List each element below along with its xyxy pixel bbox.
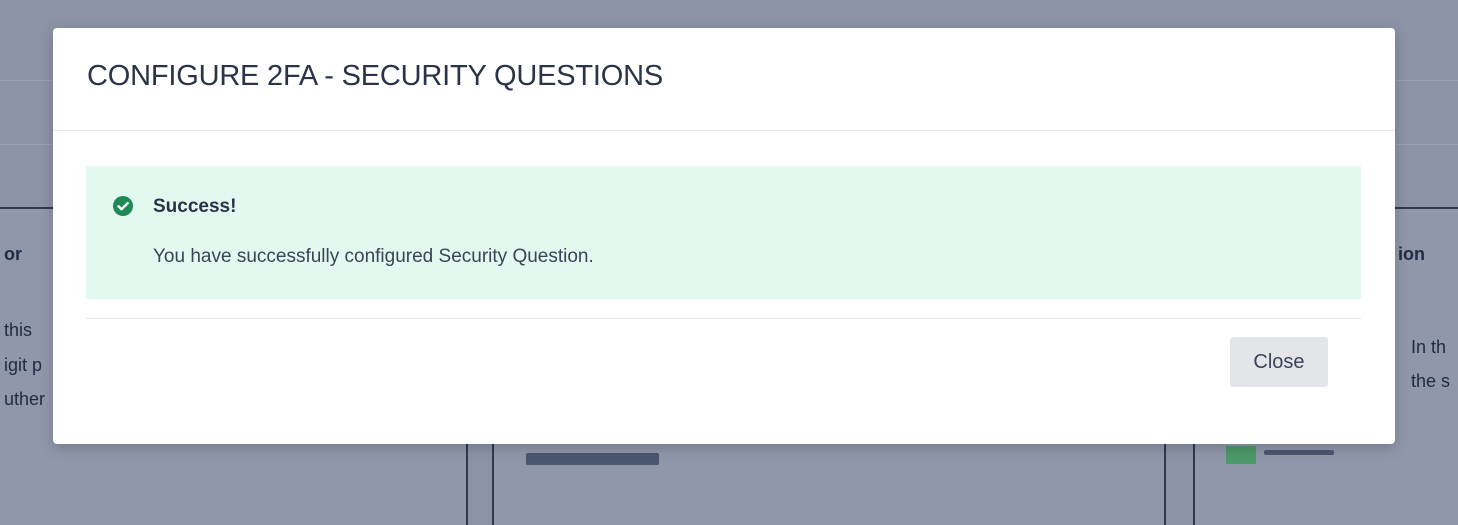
modal-title: CONFIGURE 2FA - SECURITY QUESTIONS — [87, 60, 663, 92]
background-illustration-block — [1226, 446, 1256, 464]
background-left-card-text-2: igit p — [4, 355, 43, 375]
modal-header: CONFIGURE 2FA - SECURITY QUESTIONS — [53, 28, 1395, 131]
configure-2fa-modal: CONFIGURE 2FA - SECURITY QUESTIONS Succe… — [53, 28, 1395, 444]
background-illustration-line — [1264, 450, 1334, 455]
success-alert-message: You have successfully configured Securit… — [153, 246, 594, 267]
close-button[interactable]: Close — [1230, 337, 1328, 387]
background-right-card-text-1: In th — [1411, 337, 1447, 357]
modal-footer-divider — [86, 318, 1361, 319]
success-alert: Success! You have successfully configure… — [86, 166, 1361, 299]
background-placeholder-bar — [526, 453, 659, 465]
check-circle-icon — [113, 196, 133, 216]
background-left-card-text-3: uther — [4, 389, 46, 409]
background-right-card-text-2: the s — [1411, 371, 1451, 391]
success-alert-title: Success! — [153, 196, 237, 217]
background-left-card-text-1: this — [4, 320, 33, 340]
background-left-card-title: or — [4, 244, 22, 264]
background-right-card-title: ion — [1398, 244, 1425, 264]
